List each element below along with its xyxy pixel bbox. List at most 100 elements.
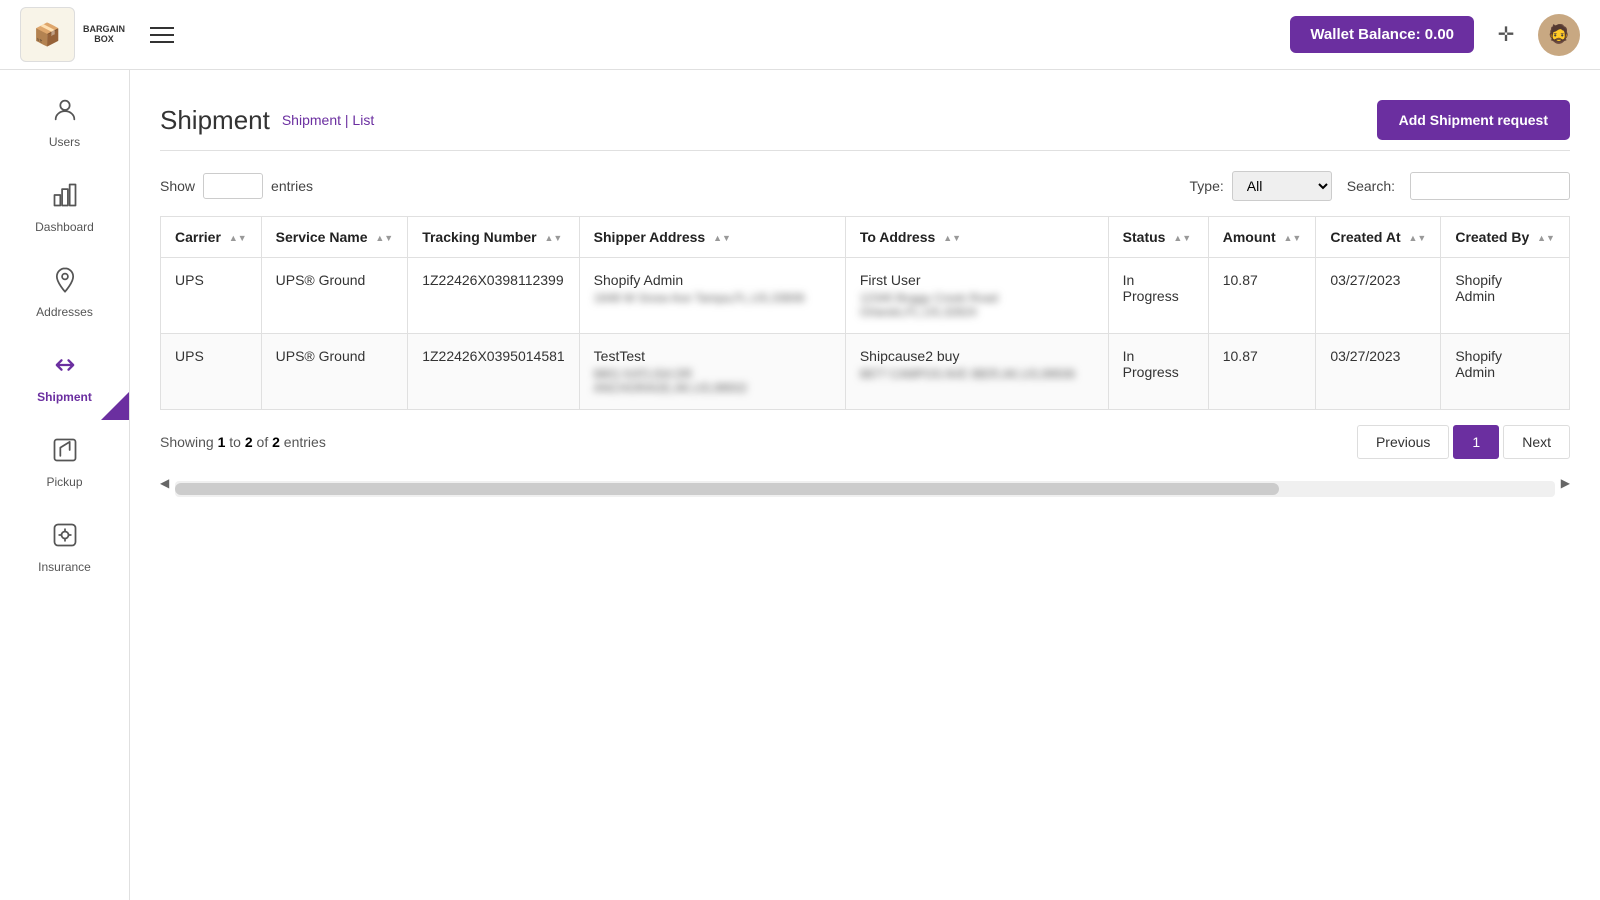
table-body: UPS UPS® Ground 1Z22426X0398112399 Shopi… (161, 258, 1570, 410)
main-layout: Users Dashboard Addresses (0, 70, 1600, 900)
type-select-wrap: Type: All UPS FedEx USPS (1190, 171, 1332, 201)
sidebar-label-insurance: Insurance (38, 560, 91, 574)
cell-tracking-0: 1Z22426X0398112399 (408, 258, 579, 334)
to-name-0: First User (860, 272, 1094, 288)
cell-created-by-1: ShopifyAdmin (1441, 334, 1570, 410)
table-header-row: Carrier ▲▼ Service Name ▲▼ Tracking Numb… (161, 217, 1570, 258)
scroll-right-arrow[interactable]: ▶ (1561, 476, 1570, 490)
shipper-addr-0: 1648 W Snow Ave Tampa,FL,US,33606 (594, 291, 831, 305)
breadcrumb: Shipment | List (282, 112, 374, 128)
cell-carrier-1: UPS (161, 334, 262, 410)
table-controls: Show 10 entries Type: All UPS FedEx USPS… (160, 171, 1570, 201)
table-row: UPS UPS® Ground 1Z22426X0395014581 TestT… (161, 334, 1570, 410)
th-created-by[interactable]: Created By ▲▼ (1441, 217, 1570, 258)
logo-icon: 📦 (20, 7, 75, 62)
wallet-balance-button[interactable]: Wallet Balance: 0.00 (1290, 16, 1474, 53)
move-icon[interactable]: ✛ (1489, 18, 1523, 52)
sidebar-item-pickup[interactable]: Pickup (0, 420, 129, 505)
logo-text: BARGAINBOX (83, 25, 125, 45)
showing-to: 2 (245, 434, 253, 450)
to-sort-icon[interactable]: ▲▼ (943, 234, 961, 243)
insurance-icon (51, 521, 79, 556)
cell-service-1: UPS® Ground (261, 334, 408, 410)
showing-total: 2 (272, 434, 280, 450)
tracking-sort-icon[interactable]: ▲▼ (544, 234, 562, 243)
cell-status-1: In Progress (1108, 334, 1208, 410)
created-at-sort-icon[interactable]: ▲▼ (1409, 234, 1427, 243)
pagination-area: Showing 1 to 2 of 2 entries Previous 1 N… (160, 425, 1570, 459)
sidebar-label-pickup: Pickup (46, 475, 82, 489)
cell-amount-0: 10.87 (1208, 258, 1316, 334)
page-header: Shipment Shipment | List Add Shipment re… (160, 100, 1570, 140)
next-button[interactable]: Next (1503, 425, 1570, 459)
sidebar-item-users[interactable]: Users (0, 80, 129, 165)
dashboard-icon (51, 181, 79, 216)
th-amount[interactable]: Amount ▲▼ (1208, 217, 1316, 258)
amount-sort-icon[interactable]: ▲▼ (1284, 234, 1302, 243)
show-label: Show (160, 178, 195, 194)
sidebar-item-shipment[interactable]: Shipment (0, 335, 129, 420)
th-tracking-number[interactable]: Tracking Number ▲▼ (408, 217, 579, 258)
cell-tracking-1: 1Z22426X0395014581 (408, 334, 579, 410)
previous-button[interactable]: Previous (1357, 425, 1449, 459)
sidebar-item-dashboard[interactable]: Dashboard (0, 165, 129, 250)
th-shipper-address[interactable]: Shipper Address ▲▼ (579, 217, 845, 258)
divider (160, 150, 1570, 151)
hamburger-menu[interactable] (145, 22, 179, 48)
type-label: Type: (1190, 178, 1224, 194)
avatar[interactable]: 🧔 (1538, 14, 1580, 56)
add-shipment-button[interactable]: Add Shipment request (1377, 100, 1570, 140)
created-by-sort-icon[interactable]: ▲▼ (1537, 234, 1555, 243)
sidebar-item-addresses[interactable]: Addresses (0, 250, 129, 335)
cell-created-at-1: 03/27/2023 (1316, 334, 1441, 410)
page-1-button[interactable]: 1 (1453, 425, 1499, 459)
status-sort-icon[interactable]: ▲▼ (1173, 234, 1191, 243)
pagination-buttons: Previous 1 Next (1357, 425, 1570, 459)
header-left: 📦 BARGAINBOX (20, 7, 179, 62)
page-title: Shipment (160, 105, 270, 136)
search-label: Search: (1347, 178, 1395, 194)
to-addr-0: 12340 Boggy Creek Road Orlando,FL,US,328… (860, 291, 1094, 319)
th-to-address[interactable]: To Address ▲▼ (845, 217, 1108, 258)
table-row: UPS UPS® Ground 1Z22426X0398112399 Shopi… (161, 258, 1570, 334)
shipper-addr-1: 8801 KATLISA DR ANCHORAGE,AK,US,99502 (594, 367, 831, 395)
service-sort-icon[interactable]: ▲▼ (375, 234, 393, 243)
th-carrier[interactable]: Carrier ▲▼ (161, 217, 262, 258)
cell-created-by-0: ShopifyAdmin (1441, 258, 1570, 334)
pickup-icon (51, 436, 79, 471)
logo-container: 📦 BARGAINBOX (20, 7, 125, 62)
showing-text: Showing 1 to 2 of 2 entries (160, 434, 326, 450)
showing-from: 1 (218, 434, 226, 450)
th-service-name[interactable]: Service Name ▲▼ (261, 217, 408, 258)
cell-to-1: Shipcause2 buy 8877 CAMPOS AVE IBER,AK,U… (845, 334, 1108, 410)
page-title-area: Shipment Shipment | List (160, 105, 374, 136)
shipper-name-0: Shopify Admin (594, 272, 831, 288)
sidebar-label-addresses: Addresses (36, 305, 93, 319)
addresses-icon (51, 266, 79, 301)
th-status[interactable]: Status ▲▼ (1108, 217, 1208, 258)
cell-shipper-1: TestTest 8801 KATLISA DR ANCHORAGE,AK,US… (579, 334, 845, 410)
shipper-sort-icon[interactable]: ▲▼ (713, 234, 731, 243)
sidebar-label-dashboard: Dashboard (35, 220, 94, 234)
scroll-thumb (175, 483, 1279, 495)
show-entries-input[interactable]: 10 (203, 173, 263, 199)
breadcrumb-link[interactable]: Shipment (282, 112, 341, 128)
cell-amount-1: 10.87 (1208, 334, 1316, 410)
entries-label: entries (271, 178, 313, 194)
carrier-sort-icon[interactable]: ▲▼ (229, 234, 247, 243)
horizontal-scrollbar[interactable] (175, 481, 1555, 497)
shipment-icon (51, 351, 79, 386)
cell-carrier-0: UPS (161, 258, 262, 334)
type-select[interactable]: All UPS FedEx USPS (1232, 171, 1332, 201)
to-addr-1: 8877 CAMPOS AVE IBER,AK,US,99506 (860, 367, 1094, 381)
show-entries: Show 10 entries (160, 173, 313, 199)
scroll-left-arrow[interactable]: ◀ (160, 476, 169, 490)
th-created-at[interactable]: Created At ▲▼ (1316, 217, 1441, 258)
to-name-1: Shipcause2 buy (860, 348, 1094, 364)
search-input[interactable] (1410, 172, 1570, 200)
sidebar-item-insurance[interactable]: Insurance (0, 505, 129, 590)
top-header: 📦 BARGAINBOX Wallet Balance: 0.00 ✛ 🧔 (0, 0, 1600, 70)
sidebar-label-users: Users (49, 135, 80, 149)
cell-status-0: In Progress (1108, 258, 1208, 334)
user-icon (51, 96, 79, 131)
